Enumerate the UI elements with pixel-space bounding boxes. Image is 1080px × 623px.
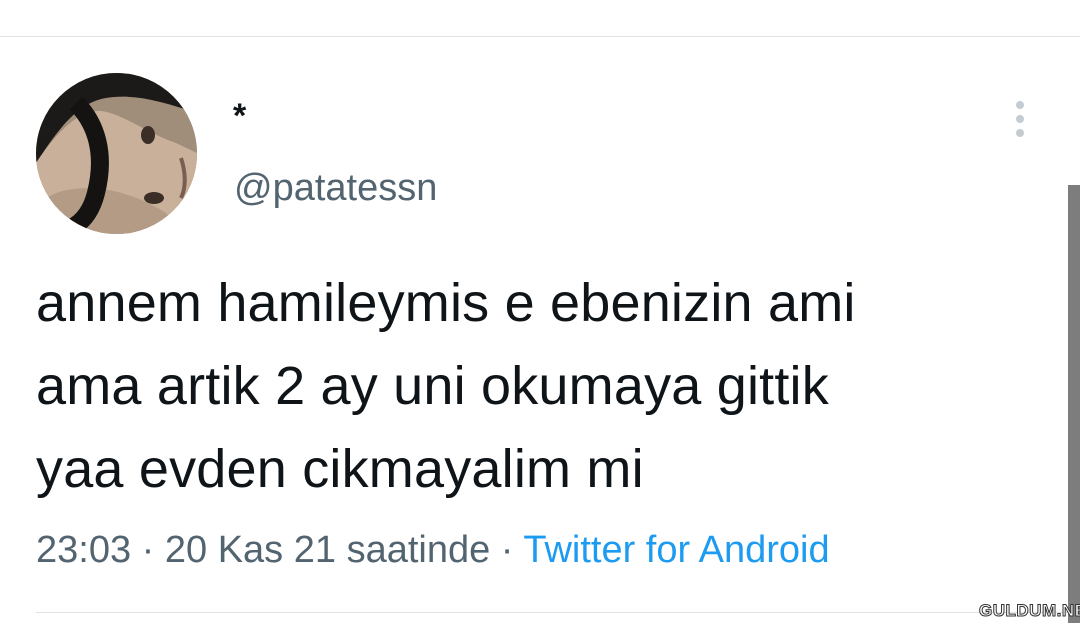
user-handle[interactable]: @patatessn	[234, 166, 437, 210]
watermark-logo: GULDUM.NET	[978, 601, 1080, 621]
more-vertical-icon-dot	[1016, 115, 1024, 123]
tweet-source-link[interactable]: Twitter for Android	[523, 529, 829, 571]
avatar-photo	[36, 73, 197, 234]
meta-separator: ·	[131, 529, 165, 571]
tweet-text-line: yaa evden cikmayalim mi	[36, 439, 644, 499]
display-name[interactable]: *	[233, 96, 246, 136]
tweet-metadata: 23:03 · 20 Kas 21 saatinde · Twitter for…	[36, 527, 830, 573]
more-vertical-icon-dot	[1016, 129, 1024, 137]
meta-separator: ·	[490, 529, 524, 571]
avatar[interactable]	[36, 73, 197, 234]
tweet-date[interactable]: 20 Kas 21 saatinde	[165, 529, 490, 571]
tweet-text-line: ama artik 2 ay uni okumaya gittik	[36, 356, 829, 416]
tweet-time[interactable]: 23:03	[36, 529, 131, 571]
more-vertical-icon	[1016, 101, 1024, 109]
tweet-text: annem hamileymis e ebenizin ami ama arti…	[36, 262, 1036, 511]
scrollbar[interactable]	[1068, 185, 1080, 623]
tweet-text-line: annem hamileymis e ebenizin ami	[36, 273, 856, 333]
bottom-divider	[36, 612, 1080, 613]
top-divider	[0, 36, 1080, 37]
more-options-button[interactable]	[1005, 99, 1035, 143]
